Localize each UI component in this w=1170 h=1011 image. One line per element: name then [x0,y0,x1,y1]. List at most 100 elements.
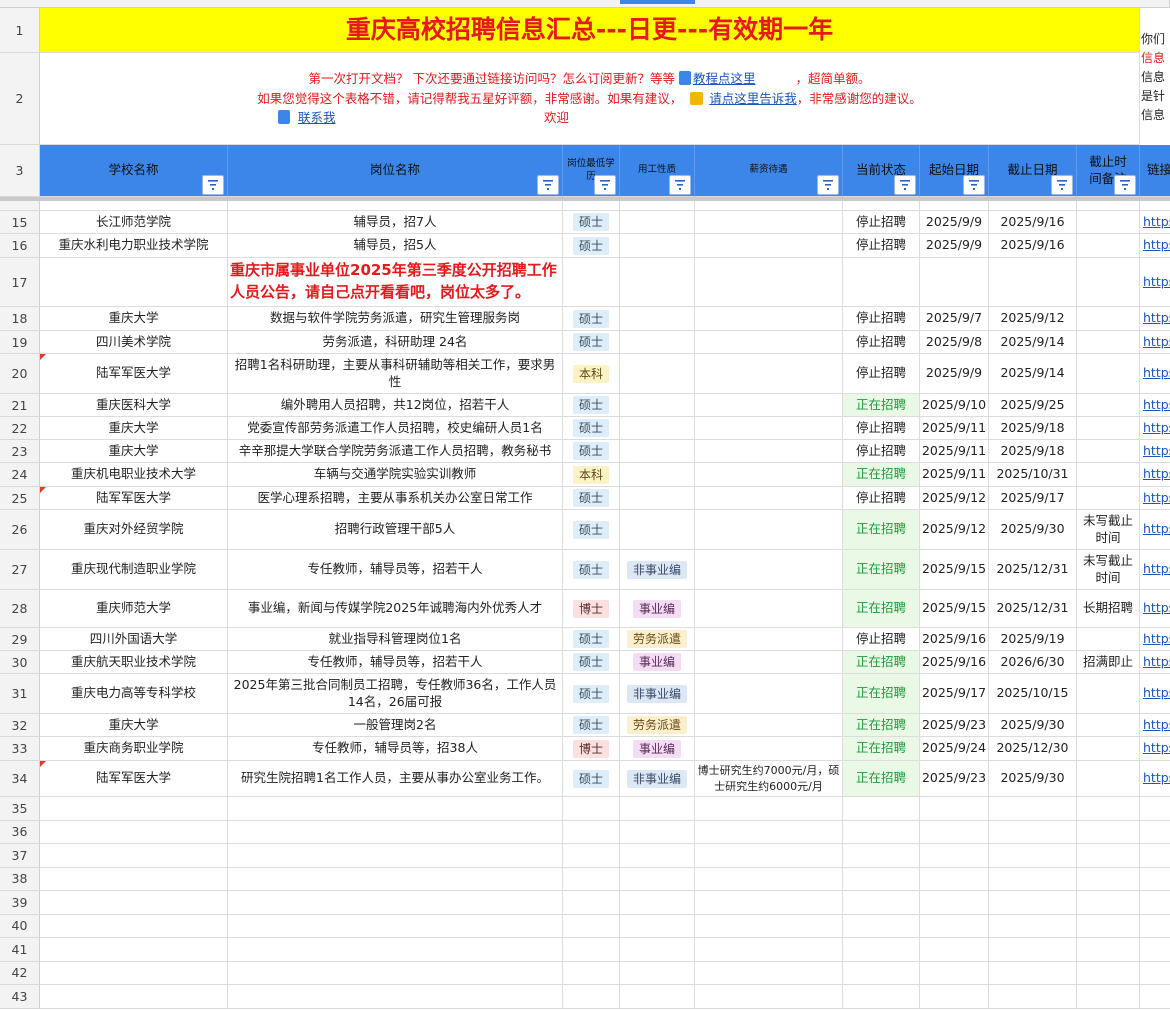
empty-cell[interactable] [620,914,695,938]
link-cell[interactable]: https [1140,417,1170,440]
empty-cell[interactable] [563,961,620,985]
filter-icon[interactable] [669,175,691,195]
start-date-cell[interactable]: 2025/9/17 [920,674,989,714]
row-header-22[interactable]: 22 [0,417,40,440]
salary-cell[interactable] [695,628,843,651]
empty-cell[interactable] [920,797,989,821]
salary-cell[interactable] [695,440,843,463]
empty-cell[interactable] [843,844,920,868]
header-school[interactable]: 学校名称 [40,145,228,197]
degree-cell[interactable]: 硕士 [563,628,620,651]
end-date-cell[interactable]: 2025/9/17 [989,487,1077,510]
end-date-cell[interactable]: 2025/12/31 [989,550,1077,590]
note-cell[interactable]: 未写截止时间 [1077,550,1140,590]
row-header-38[interactable]: 38 [0,867,40,891]
filter-icon[interactable] [537,175,559,195]
start-date-cell[interactable]: 2025/9/8 [920,331,989,354]
degree-cell[interactable]: 硕士 [563,674,620,714]
empty-cell[interactable] [1140,820,1170,844]
note-cell[interactable] [1077,331,1140,354]
status-cell[interactable]: 停止招聘 [843,331,920,354]
position-cell[interactable]: 招聘1名科研助理，主要从事科研辅助等相关工作，要求男性 [228,354,563,394]
salary-cell[interactable] [695,487,843,510]
start-date-cell[interactable] [920,258,989,307]
position-cell[interactable]: 党委宣传部劳务派遣工作人员招聘，校史编研人员1名 [228,417,563,440]
row-header-34[interactable]: 34 [0,761,40,797]
degree-cell[interactable]: 硕士 [563,714,620,737]
end-date-cell[interactable]: 2025/9/12 [989,307,1077,331]
degree-cell[interactable]: 硕士 [563,651,620,674]
empty-cell[interactable] [40,867,228,891]
employment-cell[interactable] [620,394,695,417]
empty-cell[interactable] [1077,985,1140,1009]
end-date-cell[interactable]: 2025/12/31 [989,590,1077,628]
row-header-32[interactable]: 32 [0,714,40,737]
employment-cell[interactable]: 劳务派遣 [620,714,695,737]
note-cell[interactable] [1077,211,1140,234]
header-end[interactable]: 截止日期 [989,145,1077,197]
empty-cell[interactable] [695,844,843,868]
employment-cell[interactable] [620,331,695,354]
note-cell[interactable] [1077,674,1140,714]
empty-cell[interactable] [989,820,1077,844]
empty-cell[interactable] [563,891,620,915]
row-header-27[interactable]: 27 [0,550,40,590]
empty-cell[interactable] [695,891,843,915]
row-header-29[interactable]: 29 [0,628,40,651]
header-note[interactable]: 截止时间备注 [1077,145,1140,197]
end-date-cell[interactable] [989,258,1077,307]
link-cell[interactable]: https [1140,651,1170,674]
start-date-cell[interactable]: 2025/9/24 [920,737,989,761]
status-cell[interactable]: 正在招聘 [843,674,920,714]
empty-cell[interactable] [40,985,228,1009]
start-date-cell[interactable]: 2025/9/23 [920,761,989,797]
end-date-cell[interactable]: 2025/12/30 [989,737,1077,761]
empty-cell[interactable] [40,844,228,868]
empty-cell[interactable] [1140,797,1170,821]
status-cell[interactable]: 正在招聘 [843,550,920,590]
empty-cell[interactable] [989,938,1077,962]
school-cell[interactable]: 重庆航天职业技术学院 [40,651,228,674]
link-cell[interactable]: https [1140,590,1170,628]
empty-cell[interactable] [843,820,920,844]
empty-cell[interactable] [1077,891,1140,915]
row-header-28[interactable]: 28 [0,590,40,628]
row-header-partial[interactable] [0,201,40,211]
link-cell[interactable]: https [1140,234,1170,258]
empty-cell[interactable] [843,961,920,985]
empty-cell[interactable] [1077,961,1140,985]
empty-cell[interactable] [920,914,989,938]
empty-cell[interactable] [563,985,620,1009]
salary-cell[interactable] [695,674,843,714]
feedback-link[interactable]: 请点这里告诉我 [709,91,797,106]
empty-cell[interactable] [843,797,920,821]
link-cell[interactable]: https [1140,394,1170,417]
position-cell[interactable]: 劳务派遣，科研助理 24名 [228,331,563,354]
empty-cell[interactable] [989,961,1077,985]
salary-cell[interactable]: 博士研究生约7000元/月，硕士研究生约6000元/月 [695,761,843,797]
empty-cell[interactable] [695,867,843,891]
employment-cell[interactable]: 非事业编 [620,761,695,797]
degree-cell[interactable]: 硕士 [563,331,620,354]
position-cell[interactable]: 2025年第三批合同制员工招聘，专任教师36名，工作人员14名，26届可报 [228,674,563,714]
empty-cell[interactable] [1140,985,1170,1009]
degree-cell[interactable]: 硕士 [563,211,620,234]
end-date-cell[interactable]: 2025/9/14 [989,331,1077,354]
start-date-cell[interactable]: 2025/9/16 [920,628,989,651]
empty-cell[interactable] [920,820,989,844]
start-date-cell[interactable]: 2025/9/12 [920,487,989,510]
tutorial-link[interactable]: 教程点这里 [693,71,756,86]
employment-cell[interactable] [620,463,695,487]
empty-cell[interactable] [1077,820,1140,844]
status-cell[interactable]: 停止招聘 [843,417,920,440]
row-header-43[interactable]: 43 [0,985,40,1009]
link-cell[interactable]: https [1140,674,1170,714]
empty-cell[interactable] [1077,797,1140,821]
employment-cell[interactable] [620,354,695,394]
salary-cell[interactable] [695,590,843,628]
end-date-cell[interactable]: 2025/9/30 [989,714,1077,737]
school-cell[interactable]: 重庆大学 [40,714,228,737]
header-salary[interactable]: 薪资待遇 [695,145,843,197]
row-header-26[interactable]: 26 [0,510,40,550]
row-header-15[interactable]: 15 [0,211,40,234]
